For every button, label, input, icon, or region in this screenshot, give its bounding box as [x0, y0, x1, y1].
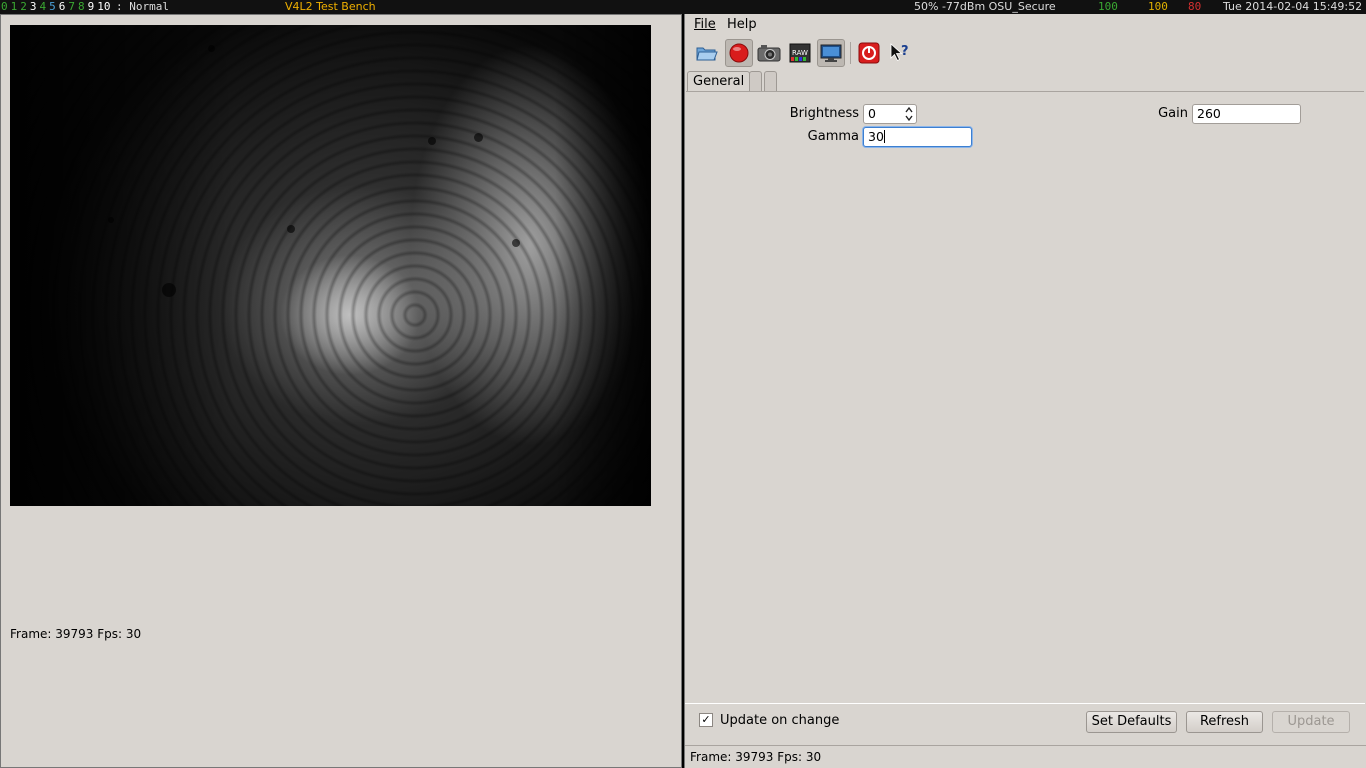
- menu-file[interactable]: File: [694, 17, 716, 32]
- workspace-1[interactable]: 1: [11, 0, 18, 13]
- dust-spot: [208, 45, 215, 52]
- gamma-field[interactable]: 30: [863, 127, 972, 147]
- status-bar: Frame: 39793 Fps: 30: [685, 745, 1366, 768]
- update-button[interactable]: Update: [1272, 711, 1350, 733]
- update-on-change-checkbox[interactable]: ✓: [699, 713, 713, 727]
- menu-file-label: File: [694, 17, 716, 32]
- clock: Tue 2014-02-04 15:49:52: [1223, 0, 1363, 13]
- dust-spot: [162, 283, 176, 297]
- display-button[interactable]: [817, 39, 845, 67]
- power-icon: [858, 42, 880, 64]
- cpu-status: 100: [1098, 0, 1118, 13]
- workspace-7[interactable]: 7: [68, 0, 75, 13]
- spin-arrows-icon[interactable]: [905, 106, 913, 122]
- dust-spot: [428, 137, 436, 145]
- video-preview: [10, 25, 651, 506]
- whats-this-icon: ?: [890, 43, 909, 62]
- dust-spot: [287, 225, 295, 233]
- workspace-6[interactable]: 6: [59, 0, 66, 13]
- battery-status: 80: [1188, 0, 1202, 13]
- tab-bar: General: [685, 70, 1366, 92]
- workspace-5[interactable]: 5: [49, 0, 56, 13]
- gain-label: Gain: [1158, 106, 1188, 121]
- raw-icon: RAW: [789, 43, 811, 63]
- svg-text:?: ?: [901, 44, 909, 59]
- workspace-3[interactable]: 3: [30, 0, 37, 13]
- dust-spot: [108, 217, 114, 223]
- video-vignette: [10, 25, 651, 506]
- menu-bar: File Help: [685, 14, 1366, 36]
- raw-button[interactable]: RAW: [786, 39, 814, 67]
- memory-status: 100: [1148, 0, 1168, 13]
- dust-spot: [474, 133, 483, 142]
- set-defaults-button[interactable]: Set Defaults: [1086, 711, 1177, 733]
- wifi-status: 50% -77dBm OSU_Secure: [914, 0, 1056, 13]
- frame-status: Frame: 39793 Fps: 30: [10, 627, 142, 641]
- gain-field[interactable]: 260: [1192, 104, 1301, 124]
- general-tab-panel: Brightness 0 Gain 260 Gamma 30: [686, 91, 1364, 703]
- whats-this-button[interactable]: ?: [886, 39, 914, 67]
- record-button[interactable]: [725, 39, 753, 67]
- toolbar-separator: [850, 42, 851, 64]
- brightness-label: Brightness: [789, 106, 859, 121]
- display-icon: [820, 44, 842, 62]
- top-status-bar: 0 1 2 3 4 5 6 7 8 9 10 : Normal V4L2 Test Bench 50…: [0, 0, 1366, 14]
- stop-button[interactable]: [855, 39, 883, 67]
- open-icon: [696, 47, 718, 61]
- workspace-10[interactable]: 10: [97, 0, 110, 13]
- refresh-button[interactable]: Refresh: [1186, 711, 1263, 733]
- record-icon: [729, 43, 749, 63]
- open-button[interactable]: [693, 39, 721, 67]
- camera-icon: [757, 45, 781, 62]
- brightness-value: 0: [868, 106, 876, 121]
- active-window-title: V4L2 Test Bench: [285, 0, 376, 13]
- workspace-list: 0 1 2 3 4 5 6 7 8 9 10: [1, 0, 114, 14]
- workspace-2[interactable]: 2: [20, 0, 27, 13]
- svg-text:RAW: RAW: [792, 49, 808, 57]
- workspace-0[interactable]: 0: [1, 0, 8, 13]
- workspace-8[interactable]: 8: [78, 0, 85, 13]
- text-caret: [883, 130, 885, 143]
- test-bench-window: File Help RAW ? General Brightness 0 Gai…: [684, 14, 1366, 768]
- action-bar: ✓ Update on change Set Defaults Refresh …: [685, 703, 1365, 739]
- brightness-spinbox[interactable]: 0: [863, 104, 917, 124]
- workspace-9[interactable]: 9: [88, 0, 95, 13]
- workspace-4[interactable]: 4: [40, 0, 47, 13]
- toolbar: RAW ?: [685, 38, 1366, 68]
- dust-spot: [512, 239, 520, 247]
- snapshot-button[interactable]: [755, 39, 783, 67]
- layout-label: : Normal: [116, 0, 169, 13]
- tab-unnamed-2[interactable]: [764, 71, 777, 91]
- gamma-label: Gamma: [807, 129, 859, 144]
- gamma-value: 30: [868, 129, 884, 144]
- capture-window: Frame: 39793 Fps: 30: [0, 14, 682, 768]
- gain-value: 260: [1197, 106, 1221, 121]
- menu-help-label: Help: [727, 17, 757, 32]
- update-on-change-label[interactable]: Update on change: [720, 713, 839, 728]
- tab-unnamed-1[interactable]: [749, 71, 762, 91]
- tab-general[interactable]: General: [687, 71, 751, 91]
- menu-help[interactable]: Help: [727, 17, 757, 32]
